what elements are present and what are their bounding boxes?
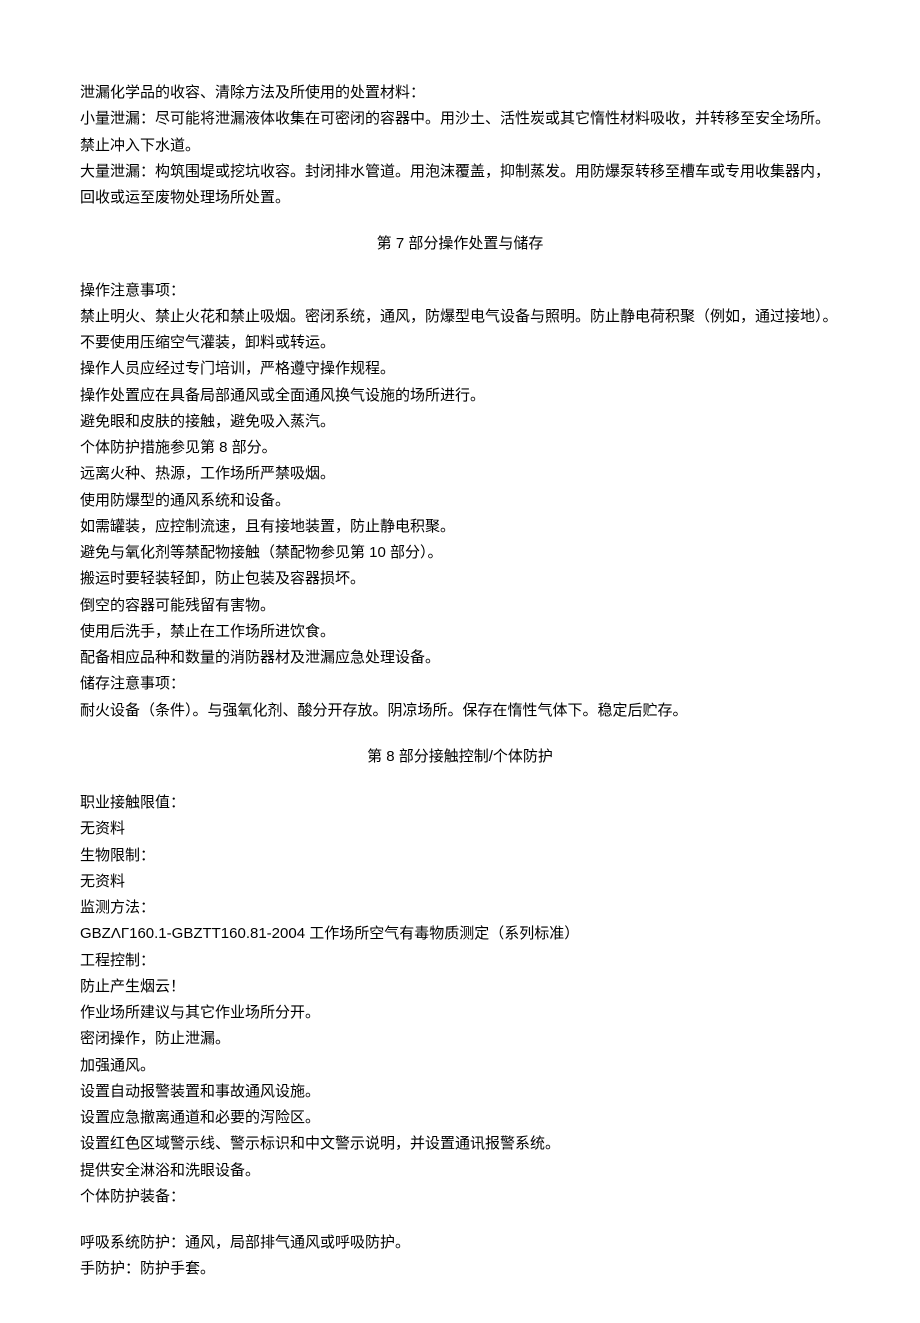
section7-line-8: 如需罐装，应控制流速，且有接地装置，防止静电积聚。 <box>80 514 840 540</box>
section7-line-13: 配备相应品种和数量的消防器材及泄漏应急处理设备。 <box>80 645 840 671</box>
section7-line-14: 储存注意事项： <box>80 671 840 697</box>
section8-ppe-line-1: 手防护：防护手套。 <box>80 1256 840 1282</box>
section8-line-12: 设置应急撤离通道和必要的泻险区。 <box>80 1105 840 1131</box>
section8-ppe-line-0: 呼吸系统防护：通风，局部排气通风或呼吸防护。 <box>80 1230 840 1256</box>
section7-line-6: 远离火种、热源，工作场所严禁吸烟。 <box>80 461 840 487</box>
section7-line-15: 耐火设备（条件）。与强氧化剂、酸分开存放。阴凉场所。保存在惰性气体下。稳定后贮存… <box>80 698 840 724</box>
large-spill-text: 大量泄漏：构筑围堤或挖坑收容。封闭排水管道。用泡沫覆盖，抑制蒸发。用防爆泵转移至… <box>80 159 840 212</box>
section8-line-8: 作业场所建议与其它作业场所分开。 <box>80 1000 840 1026</box>
section7-line-4: 避免眼和皮肤的接触，避免吸入蒸汽。 <box>80 409 840 435</box>
section7-line-7: 使用防爆型的通风系统和设备。 <box>80 488 840 514</box>
section7-line-0: 操作注意事项： <box>80 278 840 304</box>
section8-line-6: 工程控制： <box>80 948 840 974</box>
blank-line <box>80 1210 840 1230</box>
section8-line-7: 防止产生烟云！ <box>80 974 840 1000</box>
section8-line-13: 设置红色区域警示线、警示标识和中文警示说明，并设置通讯报警系统。 <box>80 1131 840 1157</box>
section7-line-3: 操作处置应在具备局部通风或全面通风换气设施的场所进行。 <box>80 383 840 409</box>
section8-line-4: 监测方法： <box>80 895 840 921</box>
section8-line-9: 密闭操作，防止泄漏。 <box>80 1026 840 1052</box>
section-8-title: 第 8 部分接触控制/个体防护 <box>80 744 840 770</box>
section7-line-5: 个体防护措施参见第 8 部分。 <box>80 435 840 461</box>
section7-line-11: 倒空的容器可能残留有害物。 <box>80 593 840 619</box>
small-spill-text: 小量泄漏：尽可能将泄漏液体收集在可密闭的容器中。用沙土、活性炭或其它惰性材料吸收… <box>80 106 840 159</box>
section8-line-15: 个体防护装备： <box>80 1184 840 1210</box>
section8-line-1: 无资料 <box>80 816 840 842</box>
section8-line-5: GBZΛΓ160.1-GBZTT160.81-2004 工作场所空气有毒物质测定… <box>80 921 840 947</box>
section7-line-1: 禁止明火、禁止火花和禁止吸烟。密闭系统，通风，防爆型电气设备与照明。防止静电荷积… <box>80 304 840 357</box>
section7-line-2: 操作人员应经过专门培训，严格遵守操作规程。 <box>80 356 840 382</box>
section8-line-2: 生物限制： <box>80 843 840 869</box>
section7-line-9: 避免与氧化剂等禁配物接触（禁配物参见第 10 部分）。 <box>80 540 840 566</box>
section8-line-10: 加强通风。 <box>80 1053 840 1079</box>
section8-line-14: 提供安全淋浴和洗眼设备。 <box>80 1158 840 1184</box>
section-7-title: 第 7 部分操作处置与储存 <box>80 231 840 257</box>
section8-line-11: 设置自动报警装置和事故通风设施。 <box>80 1079 840 1105</box>
section8-line-0: 职业接触限值： <box>80 790 840 816</box>
section7-line-10: 搬运时要轻装轻卸，防止包装及容器损坏。 <box>80 566 840 592</box>
section8-line-3: 无资料 <box>80 869 840 895</box>
section7-line-12: 使用后洗手，禁止在工作场所进饮食。 <box>80 619 840 645</box>
spill-methods-heading: 泄漏化学品的收容、清除方法及所使用的处置材料： <box>80 80 840 106</box>
